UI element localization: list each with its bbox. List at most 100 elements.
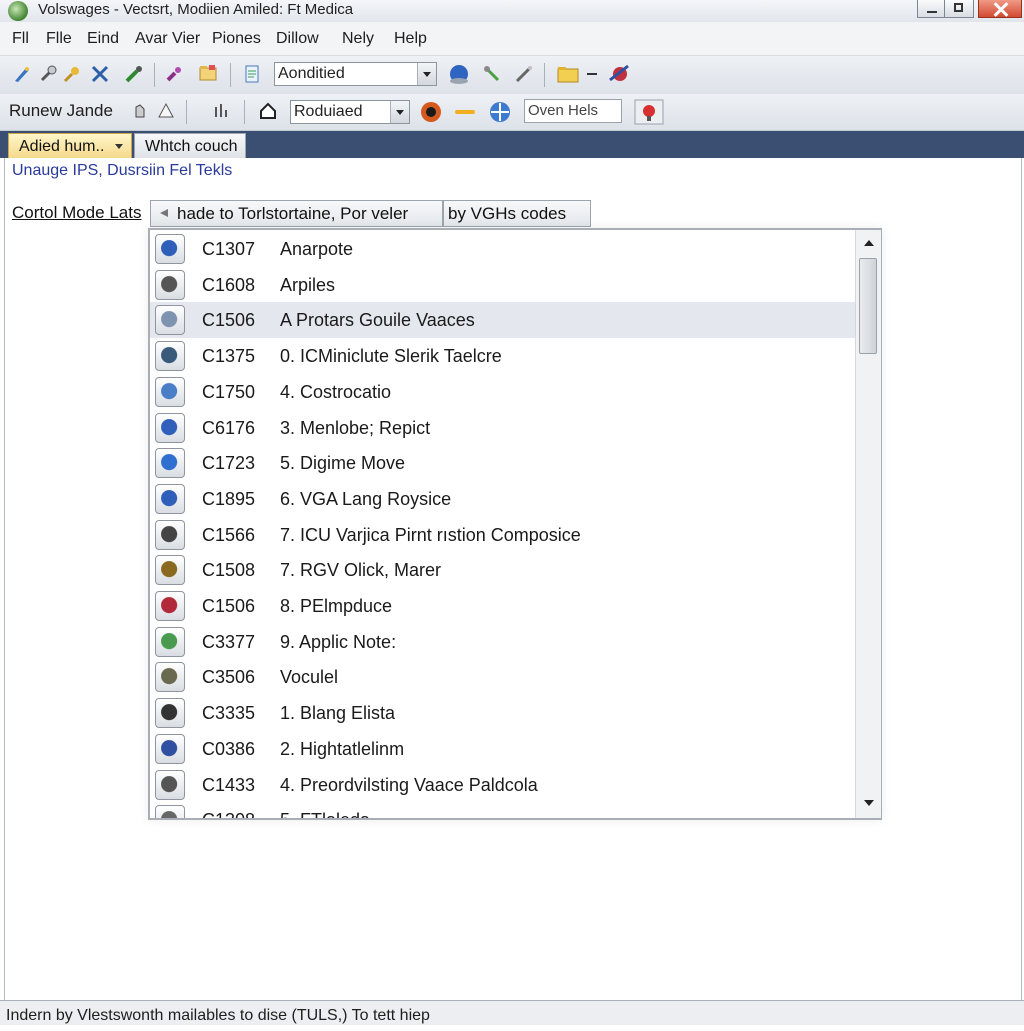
- list-item[interactable]: C1566 7. ICU Varjica Pirnt rıstion Compos…: [150, 517, 855, 553]
- list-item[interactable]: C1750 4. Costrocatio: [150, 374, 855, 410]
- sort-arrow-icon: [160, 209, 168, 217]
- list-item[interactable]: C1895 6. VGA Lang Roysice: [150, 481, 855, 517]
- list-item[interactable]: C1307 Anarpote: [150, 231, 855, 267]
- toolbar-separator: [154, 63, 155, 87]
- fault-description: Voculel: [280, 667, 339, 688]
- chevron-down-icon[interactable]: [417, 63, 436, 85]
- diagnostic-car-icon[interactable]: [606, 62, 634, 86]
- column-header-codes[interactable]: by VGHs codes: [443, 200, 591, 227]
- vertical-scrollbar[interactable]: [855, 230, 881, 818]
- chevron-down-icon[interactable]: [115, 144, 123, 149]
- dropdown-arrow-icon[interactable]: [586, 70, 598, 78]
- menu-item-file[interactable]: Flle: [46, 22, 72, 56]
- icon-glyph: [161, 489, 179, 508]
- list-item[interactable]: C0386 2. Hightatlelinm: [150, 731, 855, 767]
- scroll-down-icon[interactable]: [864, 800, 874, 806]
- toolbar-separator: [230, 63, 231, 87]
- icon-glyph: [161, 632, 179, 651]
- menu-item-options[interactable]: Piones: [212, 22, 261, 56]
- list-item[interactable]: C1433 4. Preordvilsting Vaace Paldcola: [150, 767, 855, 803]
- list-item[interactable]: C1308 5. FTlaleda: [150, 802, 855, 818]
- link-icon[interactable]: [453, 104, 477, 120]
- tab-watch-couch[interactable]: Whtch couch: [134, 133, 246, 158]
- title-bar: Volswages - Vectsrt, Modiien Amiled: Ft …: [0, 0, 1024, 23]
- probe-icon[interactable]: [482, 64, 502, 84]
- list-item[interactable]: C1506 8. PElmpduce: [150, 588, 855, 624]
- list-item[interactable]: C3377 9. Applic Note:: [150, 624, 855, 660]
- list-item[interactable]: C6176 3. Menlobe; Repict: [150, 410, 855, 446]
- fault-code: C1566: [202, 524, 256, 545]
- toolbar-separator: [544, 63, 545, 87]
- chart-icon[interactable]: [212, 101, 232, 121]
- scroll-up-icon[interactable]: [864, 240, 874, 246]
- list-item[interactable]: C1508 7. RGV Olick, Marer: [150, 552, 855, 588]
- record-icon[interactable]: [419, 100, 443, 124]
- list-item[interactable]: C1723 5. Digime Move: [150, 445, 855, 481]
- icon-glyph: [161, 811, 179, 818]
- maximize-button[interactable]: [944, 0, 974, 18]
- pen-icon[interactable]: [12, 64, 32, 84]
- fault-description: 7. RGV Olick, Marer: [280, 560, 442, 581]
- wrench-icon[interactable]: [124, 64, 144, 84]
- list-item[interactable]: C3506 Voculel: [150, 659, 855, 695]
- toolbar-separator: [244, 100, 245, 124]
- clock-icon: [155, 376, 185, 407]
- cable-icon[interactable]: [514, 64, 534, 84]
- fault-code: C0386: [202, 738, 256, 759]
- key-icon[interactable]: [62, 64, 82, 84]
- column-header-description[interactable]: hade to Torlstortaine, Por veler: [150, 200, 443, 227]
- compass-icon[interactable]: [488, 100, 512, 124]
- folder-icon[interactable]: [198, 63, 218, 83]
- crosshair-icon: [155, 412, 185, 443]
- fault-description: 7. ICU Varjica Pirnt rıstion Composice: [280, 524, 581, 545]
- icon-glyph: [161, 418, 179, 437]
- minimize-button[interactable]: [917, 0, 945, 18]
- column-header-label: by VGHs codes: [448, 204, 567, 223]
- list-item[interactable]: C1608 Arpiles: [150, 267, 855, 303]
- info-link[interactable]: Unauge IPS, Dusrsiin Fel Tekls: [12, 162, 232, 180]
- menu-item-nely[interactable]: Nely: [342, 22, 374, 56]
- tools-icon[interactable]: [90, 64, 110, 84]
- icon-glyph: [161, 382, 179, 401]
- document-icon[interactable]: [242, 64, 262, 84]
- open-folder-icon[interactable]: [556, 64, 580, 84]
- fault-code: C3377: [202, 631, 256, 652]
- scroll-thumb[interactable]: [859, 258, 877, 354]
- case-icon: [155, 662, 185, 693]
- tab-active[interactable]: Adied hum..: [8, 133, 132, 158]
- alert-button-icon[interactable]: [634, 99, 664, 125]
- menu-item-window[interactable]: Dillow: [276, 22, 319, 56]
- list-item[interactable]: C3335 1. Blang Elista: [150, 695, 855, 731]
- menu-item-fll[interactable]: Fll: [12, 22, 29, 56]
- hand-icon[interactable]: [130, 101, 150, 121]
- person-icon: [155, 733, 185, 764]
- fault-description: 4. Costrocatio: [280, 381, 392, 402]
- filter-combo[interactable]: Roduiaed: [290, 100, 410, 124]
- list-item[interactable]: C1375 0. ICMiniclute Slerik Taelcre: [150, 338, 855, 374]
- tab-label: Whtch couch: [145, 138, 238, 155]
- fault-code: C1506: [202, 310, 256, 331]
- list-item[interactable]: C1506 A Protars Gouile Vaaces: [150, 302, 855, 339]
- fault-description: 5. Digime Move: [280, 453, 406, 474]
- fault-code: C1750: [202, 381, 256, 402]
- fault-description: 9. Applic Note:: [280, 631, 397, 652]
- fault-code: C1375: [202, 346, 256, 367]
- tab-label: Adied hum..: [19, 138, 105, 155]
- fault-code-list[interactable]: C1307 Anarpote C1608 Arpiles C1506 A Protars …: [148, 228, 882, 820]
- menu-item-help[interactable]: Help: [394, 22, 427, 56]
- search-input[interactable]: Oven Hels: [524, 99, 622, 123]
- scope-icon[interactable]: [38, 64, 58, 84]
- menu-item-view[interactable]: Avar Vier: [135, 22, 200, 56]
- triangle-icon[interactable]: [156, 101, 176, 121]
- mode-combo[interactable]: Aonditied: [274, 62, 437, 86]
- status-text: Indern by Vlestswonth mailables to dise …: [6, 1007, 430, 1024]
- house-icon[interactable]: [258, 101, 278, 121]
- menu-item-find[interactable]: Eind: [87, 22, 119, 56]
- brush-icon[interactable]: [164, 64, 184, 84]
- close-button[interactable]: [978, 0, 1022, 18]
- icon-glyph: [161, 454, 179, 473]
- toolbar-main: Aonditied: [0, 56, 1024, 95]
- globe-icon[interactable]: [448, 63, 470, 85]
- window-title: Volswages - Vectsrt, Modiien Amiled: Ft …: [38, 1, 354, 18]
- chevron-down-icon[interactable]: [390, 101, 409, 123]
